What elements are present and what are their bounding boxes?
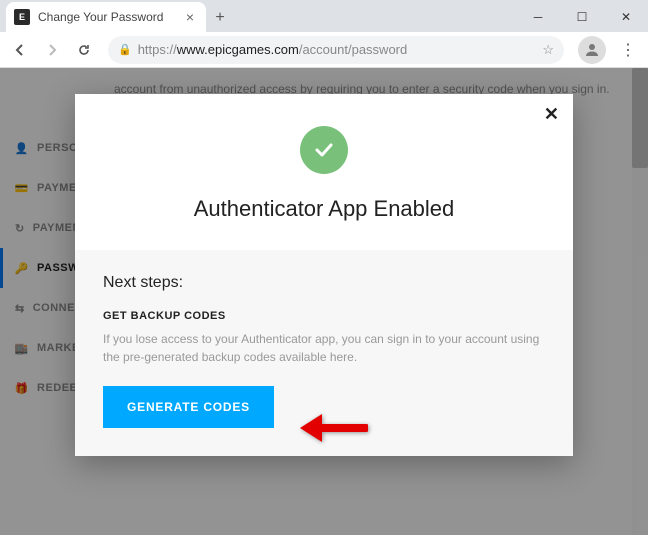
new-tab-button[interactable]: + <box>206 4 234 32</box>
generate-codes-button[interactable]: GENERATE CODES <box>103 386 274 428</box>
epic-favicon: E <box>14 9 30 25</box>
maximize-button[interactable]: ☐ <box>560 2 604 32</box>
url-protocol: https:// <box>138 42 177 57</box>
auth-enabled-modal: ✕ Authenticator App Enabled Next steps: … <box>75 94 573 456</box>
browser-titlebar: E Change Your Password × + ─ ☐ ✕ <box>0 0 648 32</box>
lock-icon: 🔒 <box>118 43 132 56</box>
browser-tab[interactable]: E Change Your Password × <box>6 2 206 32</box>
next-steps-heading: Next steps: <box>103 274 545 292</box>
success-check-icon <box>300 126 348 174</box>
url-host: www.epicgames.com <box>177 42 299 57</box>
profile-button[interactable] <box>578 36 606 64</box>
forward-button[interactable] <box>38 36 66 64</box>
close-window-button[interactable]: ✕ <box>604 2 648 32</box>
modal-overlay: ✕ Authenticator App Enabled Next steps: … <box>0 68 648 535</box>
close-modal-button[interactable]: ✕ <box>544 104 559 125</box>
tab-title: Change Your Password <box>38 10 182 24</box>
backup-codes-description: If you lose access to your Authenticator… <box>103 330 545 366</box>
minimize-button[interactable]: ─ <box>516 2 560 32</box>
bookmark-icon[interactable]: ☆ <box>542 42 554 58</box>
reload-button[interactable] <box>70 36 98 64</box>
backup-codes-heading: GET BACKUP CODES <box>103 310 545 322</box>
url-path: /account/password <box>299 42 407 57</box>
address-bar[interactable]: 🔒 https://www.epicgames.com/account/pass… <box>108 36 564 64</box>
back-button[interactable] <box>6 36 34 64</box>
modal-title: Authenticator App Enabled <box>99 196 549 222</box>
browser-menu-button[interactable]: ⋮ <box>614 40 642 60</box>
browser-toolbar: 🔒 https://www.epicgames.com/account/pass… <box>0 32 648 68</box>
close-tab-icon[interactable]: × <box>182 9 198 25</box>
